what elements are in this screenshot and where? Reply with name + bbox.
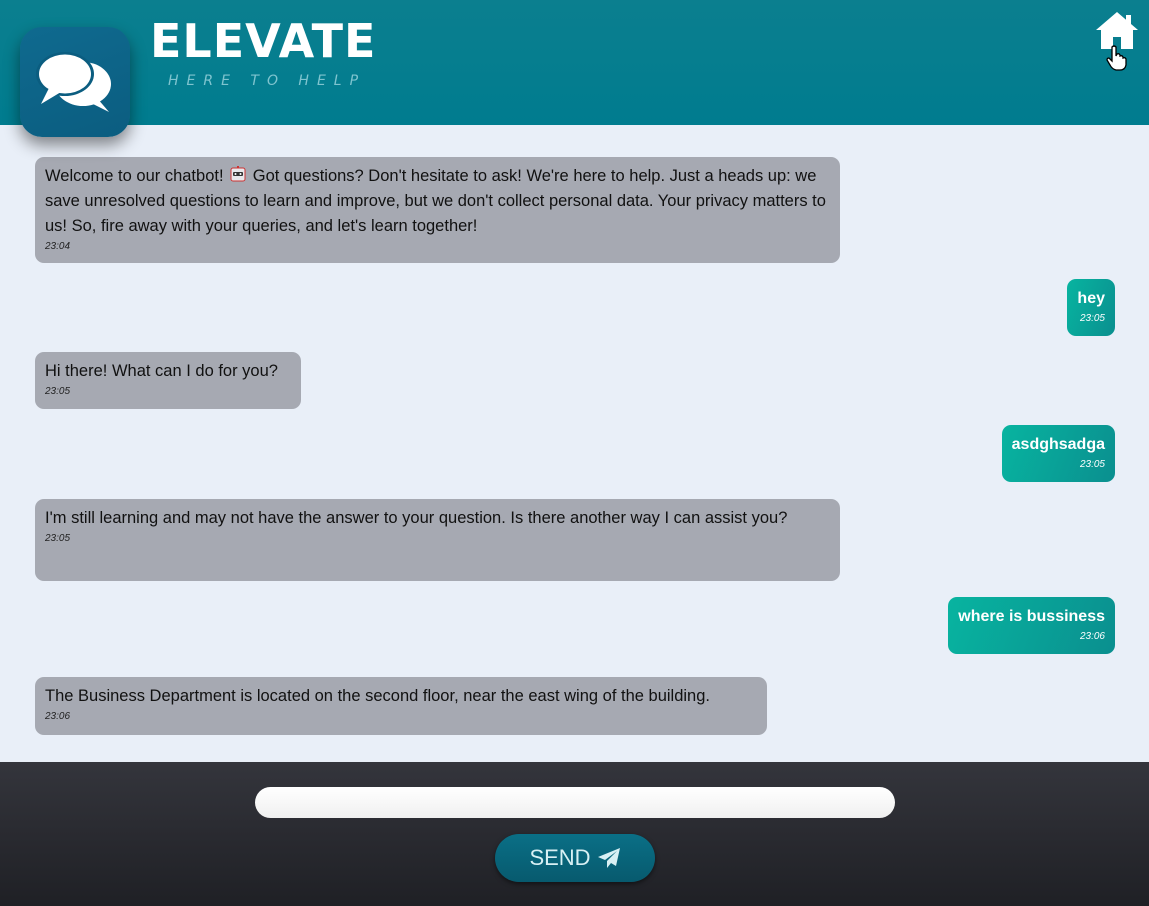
message-time: 23:05 bbox=[1079, 313, 1105, 324]
message-time: 23:04 bbox=[45, 241, 71, 252]
send-button-label: SEND bbox=[529, 845, 591, 870]
bot-message: Hi there! What can I do for you? 23:05 bbox=[35, 352, 301, 409]
message-text: asdghsadga bbox=[1011, 436, 1105, 453]
message-time: 23:05 bbox=[1079, 459, 1105, 470]
brand-title: ELEVATE bbox=[150, 14, 377, 68]
app-logo bbox=[20, 27, 130, 137]
message-text: hey bbox=[1077, 290, 1105, 307]
message-input[interactable] bbox=[255, 787, 895, 818]
message-text: The Business Department is located on th… bbox=[45, 687, 710, 705]
message-time: 23:06 bbox=[45, 711, 71, 722]
bot-message: I'm still learning and may not have the … bbox=[35, 499, 840, 581]
send-button[interactable]: SEND bbox=[495, 834, 655, 882]
message-time: 23:05 bbox=[45, 533, 71, 544]
message-text: Hi there! What can I do for you? bbox=[45, 362, 278, 380]
user-message: asdghsadga 23:05 bbox=[1001, 425, 1115, 482]
robot-icon bbox=[230, 166, 246, 182]
hand-cursor-icon bbox=[1106, 45, 1127, 71]
message-composer: SEND bbox=[0, 762, 1149, 906]
chat-bubbles-icon bbox=[36, 52, 111, 112]
app-header: ELEVATE HERE TO HELP bbox=[0, 0, 1149, 125]
user-message: where is bussiness 23:06 bbox=[948, 597, 1115, 654]
chat-history[interactable]: Welcome to our chatbot! Got questions? D… bbox=[0, 125, 1149, 762]
bot-message: Welcome to our chatbot! Got questions? D… bbox=[35, 157, 840, 263]
message-text: Welcome to our chatbot! Got questions? D… bbox=[45, 166, 826, 235]
message-text: I'm still learning and may not have the … bbox=[45, 509, 788, 527]
paper-plane-icon bbox=[597, 848, 620, 868]
message-time: 23:05 bbox=[45, 386, 71, 397]
message-time: 23:06 bbox=[1079, 631, 1105, 642]
brand-tagline: HERE TO HELP bbox=[168, 73, 367, 89]
message-text: where is bussiness bbox=[958, 608, 1105, 625]
bot-message: The Business Department is located on th… bbox=[35, 677, 767, 735]
user-message: hey 23:05 bbox=[1067, 279, 1115, 336]
